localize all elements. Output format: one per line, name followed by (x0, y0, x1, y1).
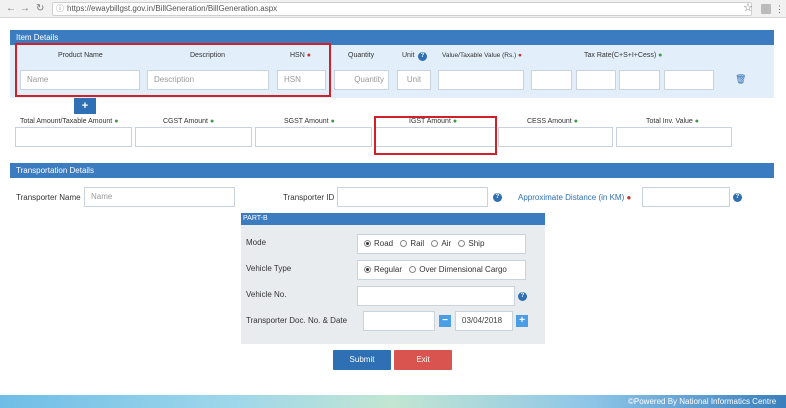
plus-button[interactable]: + (516, 315, 528, 327)
transporter-name-label: Transporter Name (16, 193, 81, 202)
submit-button[interactable]: Submit (333, 350, 391, 370)
transporter-name-input[interactable]: Name (84, 187, 235, 207)
unit-label: Unit (402, 52, 415, 59)
transporter-doc-input[interactable] (363, 311, 435, 331)
mode-radio-group: Road Rail Air Ship (357, 234, 526, 254)
cgst-amount-label: CGST Amount ● (163, 118, 215, 125)
item-details-title: Item Details (16, 33, 59, 42)
unit-help-icon[interactable]: ? (418, 52, 427, 61)
doc-date-input[interactable]: 03/04/2018 (455, 311, 513, 331)
transport-title: Transportation Details (16, 166, 94, 175)
bookmark-star-icon[interactable]: ☆ (743, 2, 753, 15)
igst-rate-input[interactable] (619, 70, 660, 90)
browser-menu-icon[interactable]: ⋮ (775, 3, 784, 15)
mode-road-option[interactable]: Road (364, 239, 393, 248)
page-root: ← → ↻ https://ewaybillgst.gov.in/BillGen… (0, 0, 786, 408)
quantity-label: Quantity (348, 52, 375, 59)
vehicle-type-label: Vehicle Type (246, 264, 292, 273)
mode-air-option[interactable]: Air (431, 239, 451, 248)
mode-label: Mode (246, 238, 267, 247)
cgst-rate-input[interactable] (531, 70, 572, 90)
radio-selected-icon[interactable] (364, 266, 371, 273)
radio-icon[interactable] (458, 240, 466, 247)
quantity-input[interactable]: Quantity (334, 70, 389, 90)
transporter-id-help-icon[interactable]: ? (493, 193, 502, 202)
vehicle-odc-option[interactable]: Over Dimensional Cargo (409, 265, 507, 274)
partb-header: PART-B (241, 213, 545, 225)
total-inv-value-input[interactable] (616, 127, 732, 147)
exit-button[interactable]: Exit (394, 350, 452, 370)
back-icon[interactable]: ← (6, 3, 16, 15)
transporter-id-input[interactable] (337, 187, 488, 207)
transporter-id-label: Transporter ID (283, 193, 335, 202)
total-amount-label: Total Amount/Taxable Amount ● (20, 118, 119, 125)
radio-icon[interactable] (400, 240, 408, 247)
total-inv-value-label: Total Inv. Value ● (646, 118, 700, 125)
sgst-amount-label: SGST Amount ● (284, 118, 335, 125)
cess-amount-input[interactable] (498, 127, 613, 147)
distance-input[interactable] (642, 187, 730, 207)
extension-icon[interactable] (761, 4, 771, 14)
vehicle-no-label: Vehicle No. (246, 290, 287, 299)
vehicle-no-help-icon[interactable]: ? (518, 292, 527, 301)
info-circle-icon[interactable]: ⓘ (56, 3, 64, 15)
vehicle-no-input[interactable] (357, 286, 515, 306)
radio-icon[interactable] (409, 266, 417, 273)
cess-rate-input[interactable] (664, 70, 714, 90)
sgst-rate-input[interactable] (576, 70, 616, 90)
tax-rate-label: Tax Rate(C+S+I+Cess) ● (584, 52, 663, 59)
add-item-button[interactable]: + (74, 98, 96, 114)
mode-rail-option[interactable]: Rail (400, 239, 424, 248)
trash-icon[interactable]: 🗑 (735, 74, 746, 84)
highlight-box-igst (374, 116, 497, 155)
unit-input[interactable]: Unit (397, 70, 431, 90)
cgst-amount-input[interactable] (135, 127, 252, 147)
sgst-amount-input[interactable] (255, 127, 372, 147)
transport-header: Transportation Details (10, 163, 774, 178)
radio-selected-icon[interactable] (364, 240, 371, 247)
distance-label: Approximate Distance (in KM) ● (518, 193, 632, 202)
url-text: https://ewaybillgst.gov.in/BillGeneratio… (67, 4, 278, 13)
total-amount-input[interactable] (15, 127, 132, 147)
highlight-box-item (15, 43, 331, 97)
transporter-doc-label: Transporter Doc. No. & Date (246, 316, 348, 325)
mode-ship-option[interactable]: Ship (458, 239, 484, 248)
minus-button[interactable]: − (439, 315, 451, 327)
footer-credit: ©Powered By National Informatics Centre (628, 397, 777, 406)
forward-icon[interactable]: → (20, 3, 30, 15)
value-label: Value/Taxable Value (Rs.) ● (442, 52, 522, 59)
radio-icon[interactable] (431, 240, 439, 247)
vehicle-type-radio-group: Regular Over Dimensional Cargo (357, 260, 526, 280)
distance-help-icon[interactable]: ? (733, 193, 742, 202)
taxable-value-input[interactable] (438, 70, 524, 90)
address-bar[interactable]: https://ewaybillgst.gov.in/BillGeneratio… (52, 2, 752, 16)
reload-icon[interactable]: ↻ (36, 3, 44, 15)
cess-amount-label: CESS Amount ● (527, 118, 578, 125)
vehicle-regular-option[interactable]: Regular (364, 265, 402, 274)
